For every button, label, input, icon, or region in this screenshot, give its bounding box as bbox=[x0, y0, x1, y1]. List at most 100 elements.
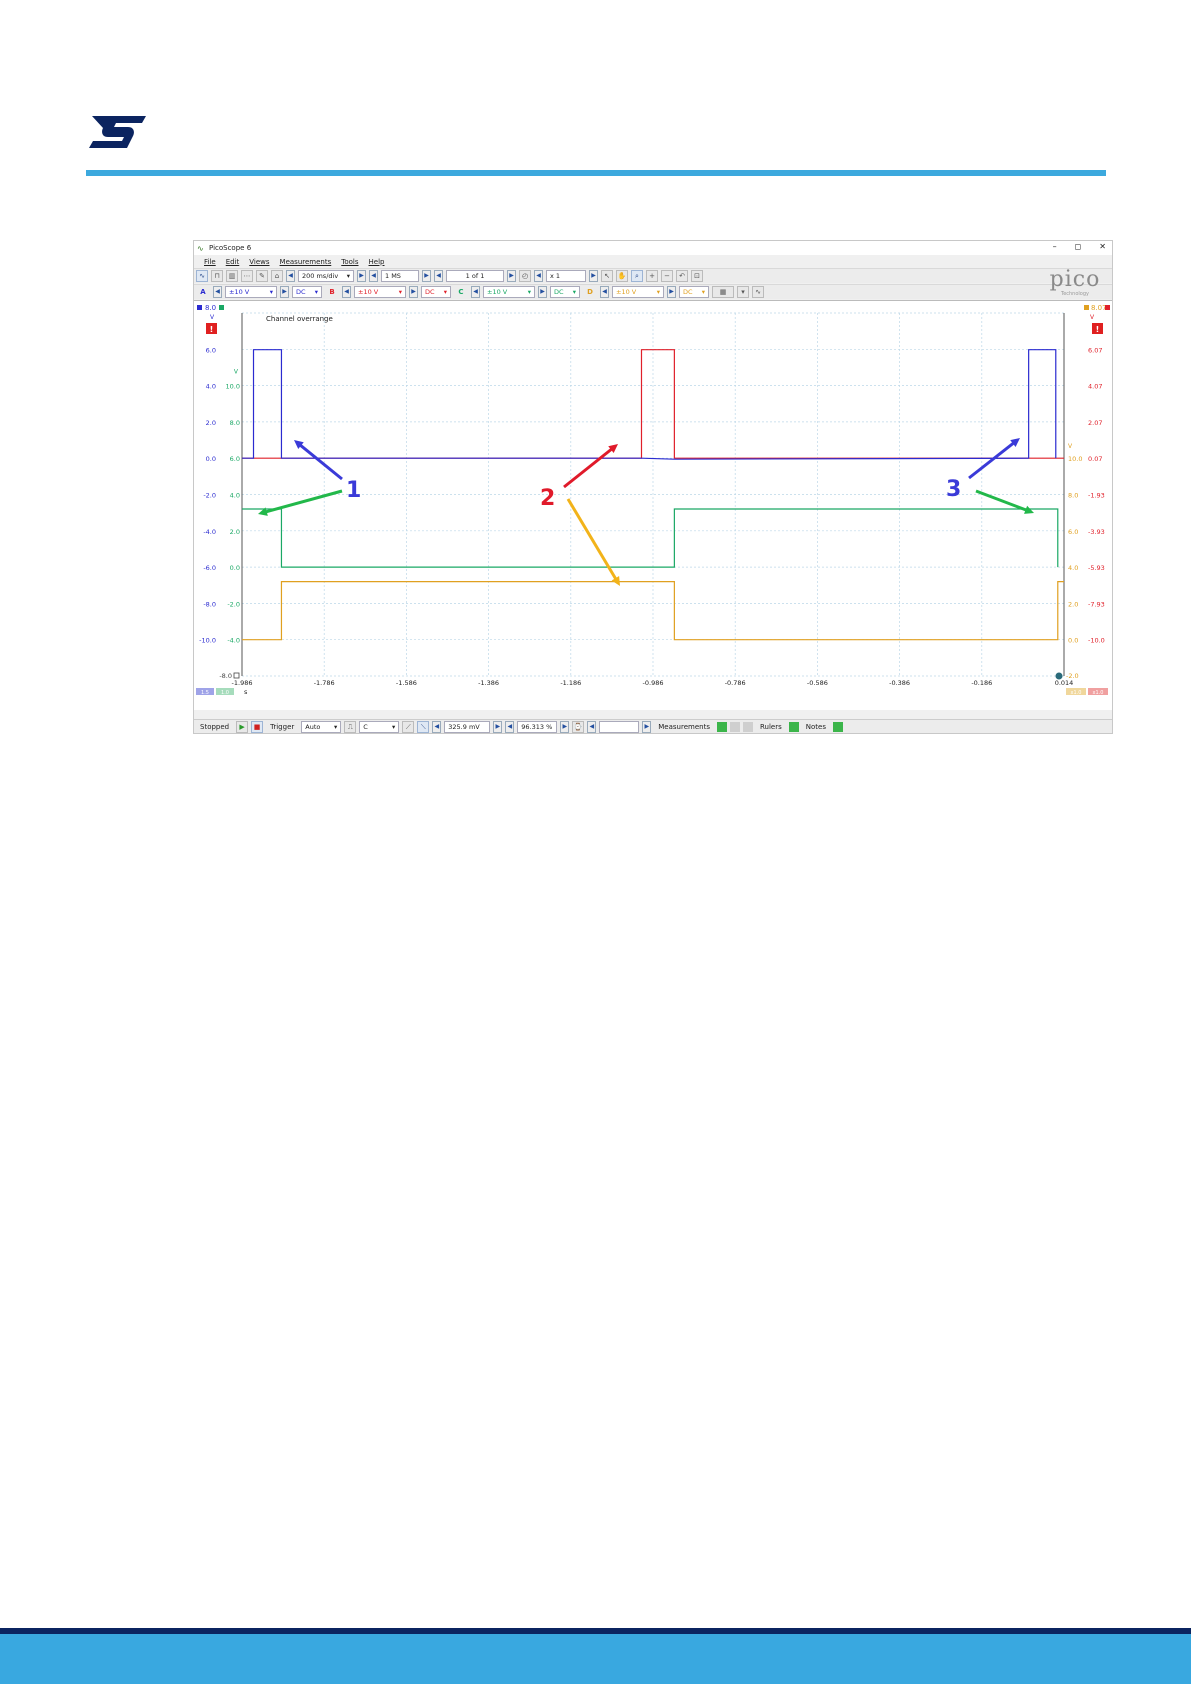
delay-field[interactable] bbox=[599, 720, 640, 733]
x-tick-label: -1.386 bbox=[478, 679, 499, 687]
maximize-button[interactable]: ◻ bbox=[1075, 242, 1082, 251]
trigger-source-select[interactable]: C ▾ bbox=[359, 720, 400, 733]
scope-view[interactable]: 8.0 V! Channel overrange 8.07 V! 6.0 4.0 2.0 0.0… bbox=[194, 300, 1112, 710]
home-icon[interactable]: ⌂ bbox=[271, 270, 283, 282]
capture-toolbar: ∿ ⊓ ▥ ⋯ ✎ ⌂ ◀ 200 ms/div ▾ ▶ ◀ 1 MS ▶ ◀ 1… bbox=[194, 268, 1112, 283]
buffer-overview-icon[interactable]: ◴ bbox=[519, 270, 531, 282]
axis-b-tick-label: -3.93 bbox=[1088, 528, 1105, 536]
samples-prev-button[interactable]: ◀ bbox=[369, 270, 378, 282]
channel-c-range[interactable]: ±10 V ▾ bbox=[483, 286, 535, 298]
channel-c-prev-button[interactable]: ◀ bbox=[471, 286, 480, 298]
menu-tools[interactable]: Tools bbox=[341, 258, 358, 266]
annotation-2: 2 bbox=[540, 486, 555, 511]
channel-a-coupling[interactable]: DC ▾ bbox=[292, 286, 322, 298]
channel-a-prev-button[interactable]: ◀ bbox=[213, 286, 222, 298]
menu-help[interactable]: Help bbox=[369, 258, 385, 266]
menu-views[interactable]: Views bbox=[249, 258, 269, 266]
trigger-mode-select[interactable]: Auto ▾ bbox=[301, 720, 342, 733]
menu-file[interactable]: File bbox=[204, 258, 216, 266]
threshold-field[interactable]: 325.9 mV bbox=[444, 720, 491, 733]
pretrigger-next-button[interactable]: ▶ bbox=[560, 720, 570, 733]
axis-d-tick-label: 0.0 bbox=[1068, 637, 1078, 645]
chevron-down-icon: ▾ bbox=[269, 288, 273, 296]
rulers-icon[interactable] bbox=[788, 721, 799, 732]
axis-b-tick-label: 6.07 bbox=[1088, 346, 1102, 354]
undo-zoom-icon[interactable]: ↶ bbox=[676, 270, 688, 282]
spectrum-mode-icon[interactable]: ▥ bbox=[226, 270, 238, 282]
zoom-prev-button[interactable]: ◀ bbox=[534, 270, 543, 282]
menu-edit[interactable]: Edit bbox=[226, 258, 240, 266]
channel-b-prev-button[interactable]: ◀ bbox=[342, 286, 351, 298]
timebase-next-button[interactable]: ▶ bbox=[357, 270, 366, 282]
delay-prev-button[interactable]: ◀ bbox=[587, 720, 597, 733]
minimize-button[interactable]: – bbox=[1053, 242, 1057, 251]
axis-b-tick-label: -7.93 bbox=[1088, 600, 1105, 608]
channel-c-label[interactable]: C bbox=[454, 286, 468, 298]
channel-d-prev-button[interactable]: ◀ bbox=[600, 286, 609, 298]
zoom-select-icon[interactable]: ⌕ bbox=[631, 270, 643, 282]
persistence-mode-icon[interactable]: ⊓ bbox=[211, 270, 223, 282]
stop-icon[interactable]: ■ bbox=[251, 720, 264, 733]
hand-tool-icon[interactable]: ✋ bbox=[616, 270, 628, 282]
falling-edge-icon[interactable]: ⟍ bbox=[417, 720, 430, 733]
buffer-next-button[interactable]: ▶ bbox=[507, 270, 516, 282]
samples-field[interactable]: 1 MS bbox=[381, 270, 419, 282]
channel-d-coupling[interactable]: DC ▾ bbox=[679, 286, 709, 298]
channel-b-next-button[interactable]: ▶ bbox=[409, 286, 418, 298]
threshold-next-button[interactable]: ▶ bbox=[493, 720, 503, 733]
delete-measurement-icon[interactable] bbox=[742, 721, 753, 732]
channel-a-next-button[interactable]: ▶ bbox=[280, 286, 289, 298]
zoom-out-icon[interactable]: − bbox=[661, 270, 673, 282]
menu-measurements[interactable]: Measurements bbox=[280, 258, 332, 266]
samples-next-button[interactable]: ▶ bbox=[422, 270, 431, 282]
rising-edge-icon[interactable]: ⟋ bbox=[402, 720, 415, 733]
axis-a-tick-label: 0.0 bbox=[206, 455, 216, 463]
chevron-down-icon: ▾ bbox=[334, 722, 338, 731]
timebase-prev-button[interactable]: ◀ bbox=[286, 270, 295, 282]
zoom-in-icon[interactable]: + bbox=[646, 270, 658, 282]
timebase-select[interactable]: 200 ms/div ▾ bbox=[298, 270, 354, 282]
math-dropdown-icon[interactable]: ▾ bbox=[737, 286, 749, 298]
pretrigger-field[interactable]: 96.313 % bbox=[517, 720, 558, 733]
header-rule bbox=[86, 170, 1106, 176]
scope-plot[interactable]: 8.0V!Channel overrange8.07V!6.04.02.00.0… bbox=[194, 301, 1112, 710]
axis-c-tick-label: 0.0 bbox=[230, 564, 240, 572]
channel-d-label[interactable]: D bbox=[583, 286, 597, 298]
close-button[interactable]: ✕ bbox=[1099, 242, 1106, 251]
pretrigger-prev-button[interactable]: ◀ bbox=[505, 720, 515, 733]
channel-c-coupling[interactable]: DC ▾ bbox=[550, 286, 580, 298]
channel-b-label[interactable]: B bbox=[325, 286, 339, 298]
threshold-prev-button[interactable]: ◀ bbox=[432, 720, 442, 733]
buffer-prev-button[interactable]: ◀ bbox=[434, 270, 443, 282]
serial-decode-icon[interactable]: ⋯ bbox=[241, 270, 253, 282]
overrange-warning-glyph-right: ! bbox=[1096, 325, 1100, 334]
left-ruler-handle bbox=[233, 672, 240, 679]
zoom-next-button[interactable]: ▶ bbox=[589, 270, 598, 282]
channel-d-range[interactable]: ±10 V ▾ bbox=[612, 286, 664, 298]
scope-mode-icon[interactable]: ∿ bbox=[196, 270, 208, 282]
chevron-down-icon: ▾ bbox=[392, 722, 396, 731]
zoom-field[interactable]: x 1 bbox=[546, 270, 586, 282]
post-trigger-icon[interactable]: ⌚ bbox=[572, 720, 585, 733]
channel-d-next-button[interactable]: ▶ bbox=[667, 286, 676, 298]
channel-a-label[interactable]: A bbox=[196, 286, 210, 298]
reference-waveforms-icon[interactable]: ∿ bbox=[752, 286, 764, 298]
buffer-field[interactable]: 1 of 1 bbox=[446, 270, 504, 282]
trigger-type-icon[interactable]: ⎍ bbox=[344, 720, 357, 733]
delay-next-button[interactable]: ▶ bbox=[642, 720, 652, 733]
math-channels-icon[interactable]: ▦ bbox=[712, 286, 734, 298]
footer-scale-b-label: x1.0 bbox=[1093, 690, 1104, 696]
axis-d-tick-label: 2.0 bbox=[1068, 600, 1078, 608]
add-measurement-icon[interactable] bbox=[716, 721, 727, 732]
top-right-value: 8.07 bbox=[1091, 304, 1107, 312]
probe-icon[interactable]: ✎ bbox=[256, 270, 268, 282]
edit-measurement-icon[interactable] bbox=[729, 721, 740, 732]
channel-b-range[interactable]: ±10 V ▾ bbox=[354, 286, 406, 298]
channel-c-next-button[interactable]: ▶ bbox=[538, 286, 547, 298]
zoom-fit-icon[interactable]: ⊡ bbox=[691, 270, 703, 282]
channel-a-range[interactable]: ±10 V ▾ bbox=[225, 286, 277, 298]
start-icon[interactable]: ▶ bbox=[236, 720, 249, 733]
pointer-tool-icon[interactable]: ↖ bbox=[601, 270, 613, 282]
notes-icon[interactable] bbox=[832, 721, 843, 732]
channel-b-coupling[interactable]: DC ▾ bbox=[421, 286, 451, 298]
